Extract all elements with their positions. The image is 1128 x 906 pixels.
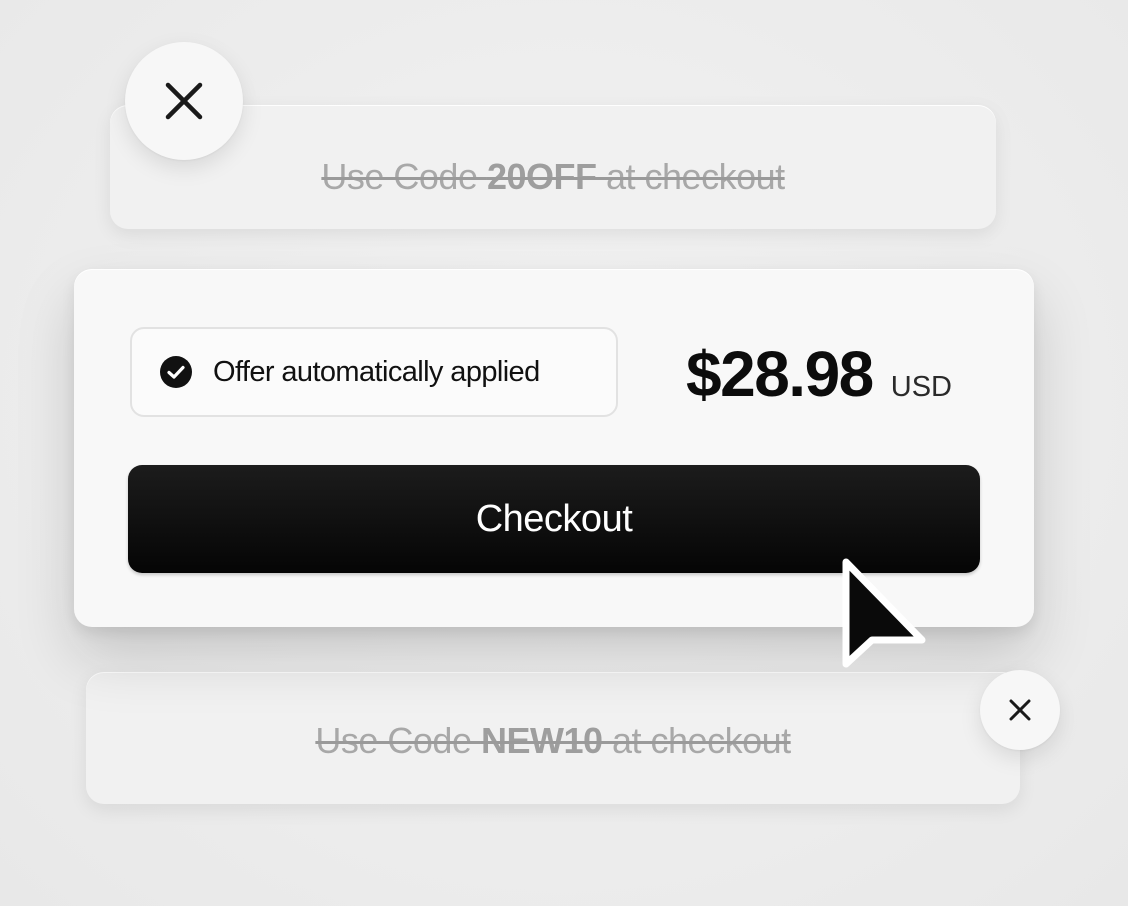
offer-applied-badge: Offer automatically applied bbox=[130, 327, 618, 417]
price-currency: USD bbox=[890, 371, 952, 403]
price-amount: $28.98 bbox=[686, 338, 874, 410]
check-circle-icon bbox=[160, 356, 192, 388]
dismiss-promo-button-small[interactable] bbox=[980, 670, 1060, 750]
promo-code-text: Use Code 20OFF at checkout bbox=[321, 156, 785, 197]
close-icon bbox=[1009, 699, 1031, 721]
promo-code: NEW10 bbox=[480, 719, 603, 761]
close-icon bbox=[165, 82, 203, 120]
promo-code: 20OFF bbox=[486, 156, 597, 197]
promo-card-new10: Use Code NEW10 at checkout bbox=[86, 672, 1020, 804]
promo-code-text: Use Code NEW10 at checkout bbox=[315, 719, 791, 761]
dismiss-promo-button[interactable] bbox=[125, 42, 243, 160]
price-display: $28.98 USD bbox=[686, 337, 952, 411]
promo-card-20off: Use Code 20OFF at checkout bbox=[110, 105, 996, 229]
offer-label: Offer automatically applied bbox=[213, 355, 540, 388]
mouse-pointer-icon bbox=[842, 558, 926, 668]
